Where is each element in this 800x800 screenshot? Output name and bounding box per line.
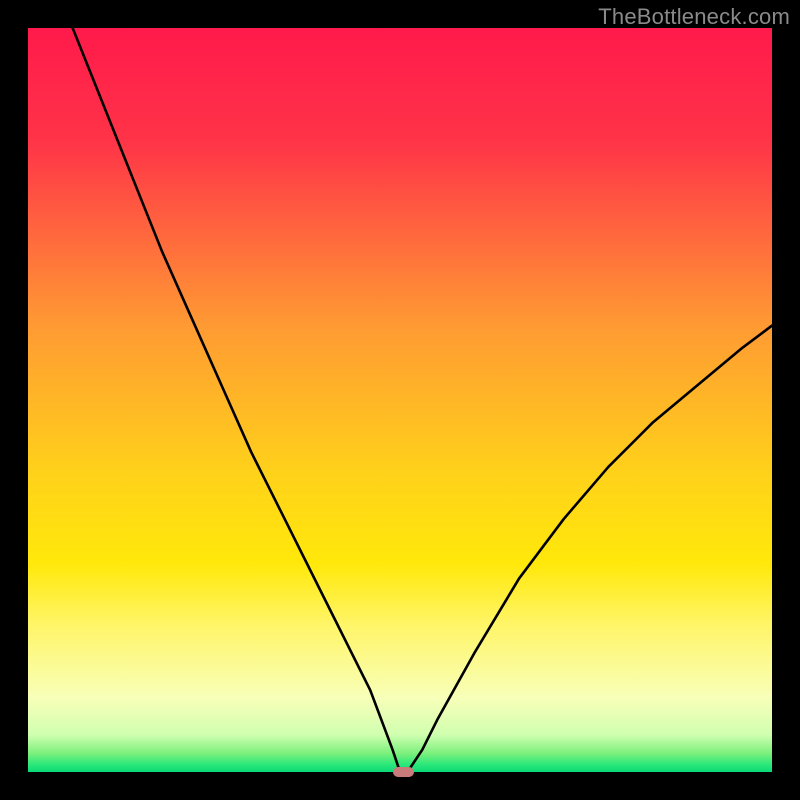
result-marker — [393, 767, 414, 777]
plot-area — [28, 28, 772, 772]
watermark-text: TheBottleneck.com — [598, 4, 790, 30]
chart-container: TheBottleneck.com — [0, 0, 800, 800]
bottleneck-curve — [28, 28, 772, 772]
